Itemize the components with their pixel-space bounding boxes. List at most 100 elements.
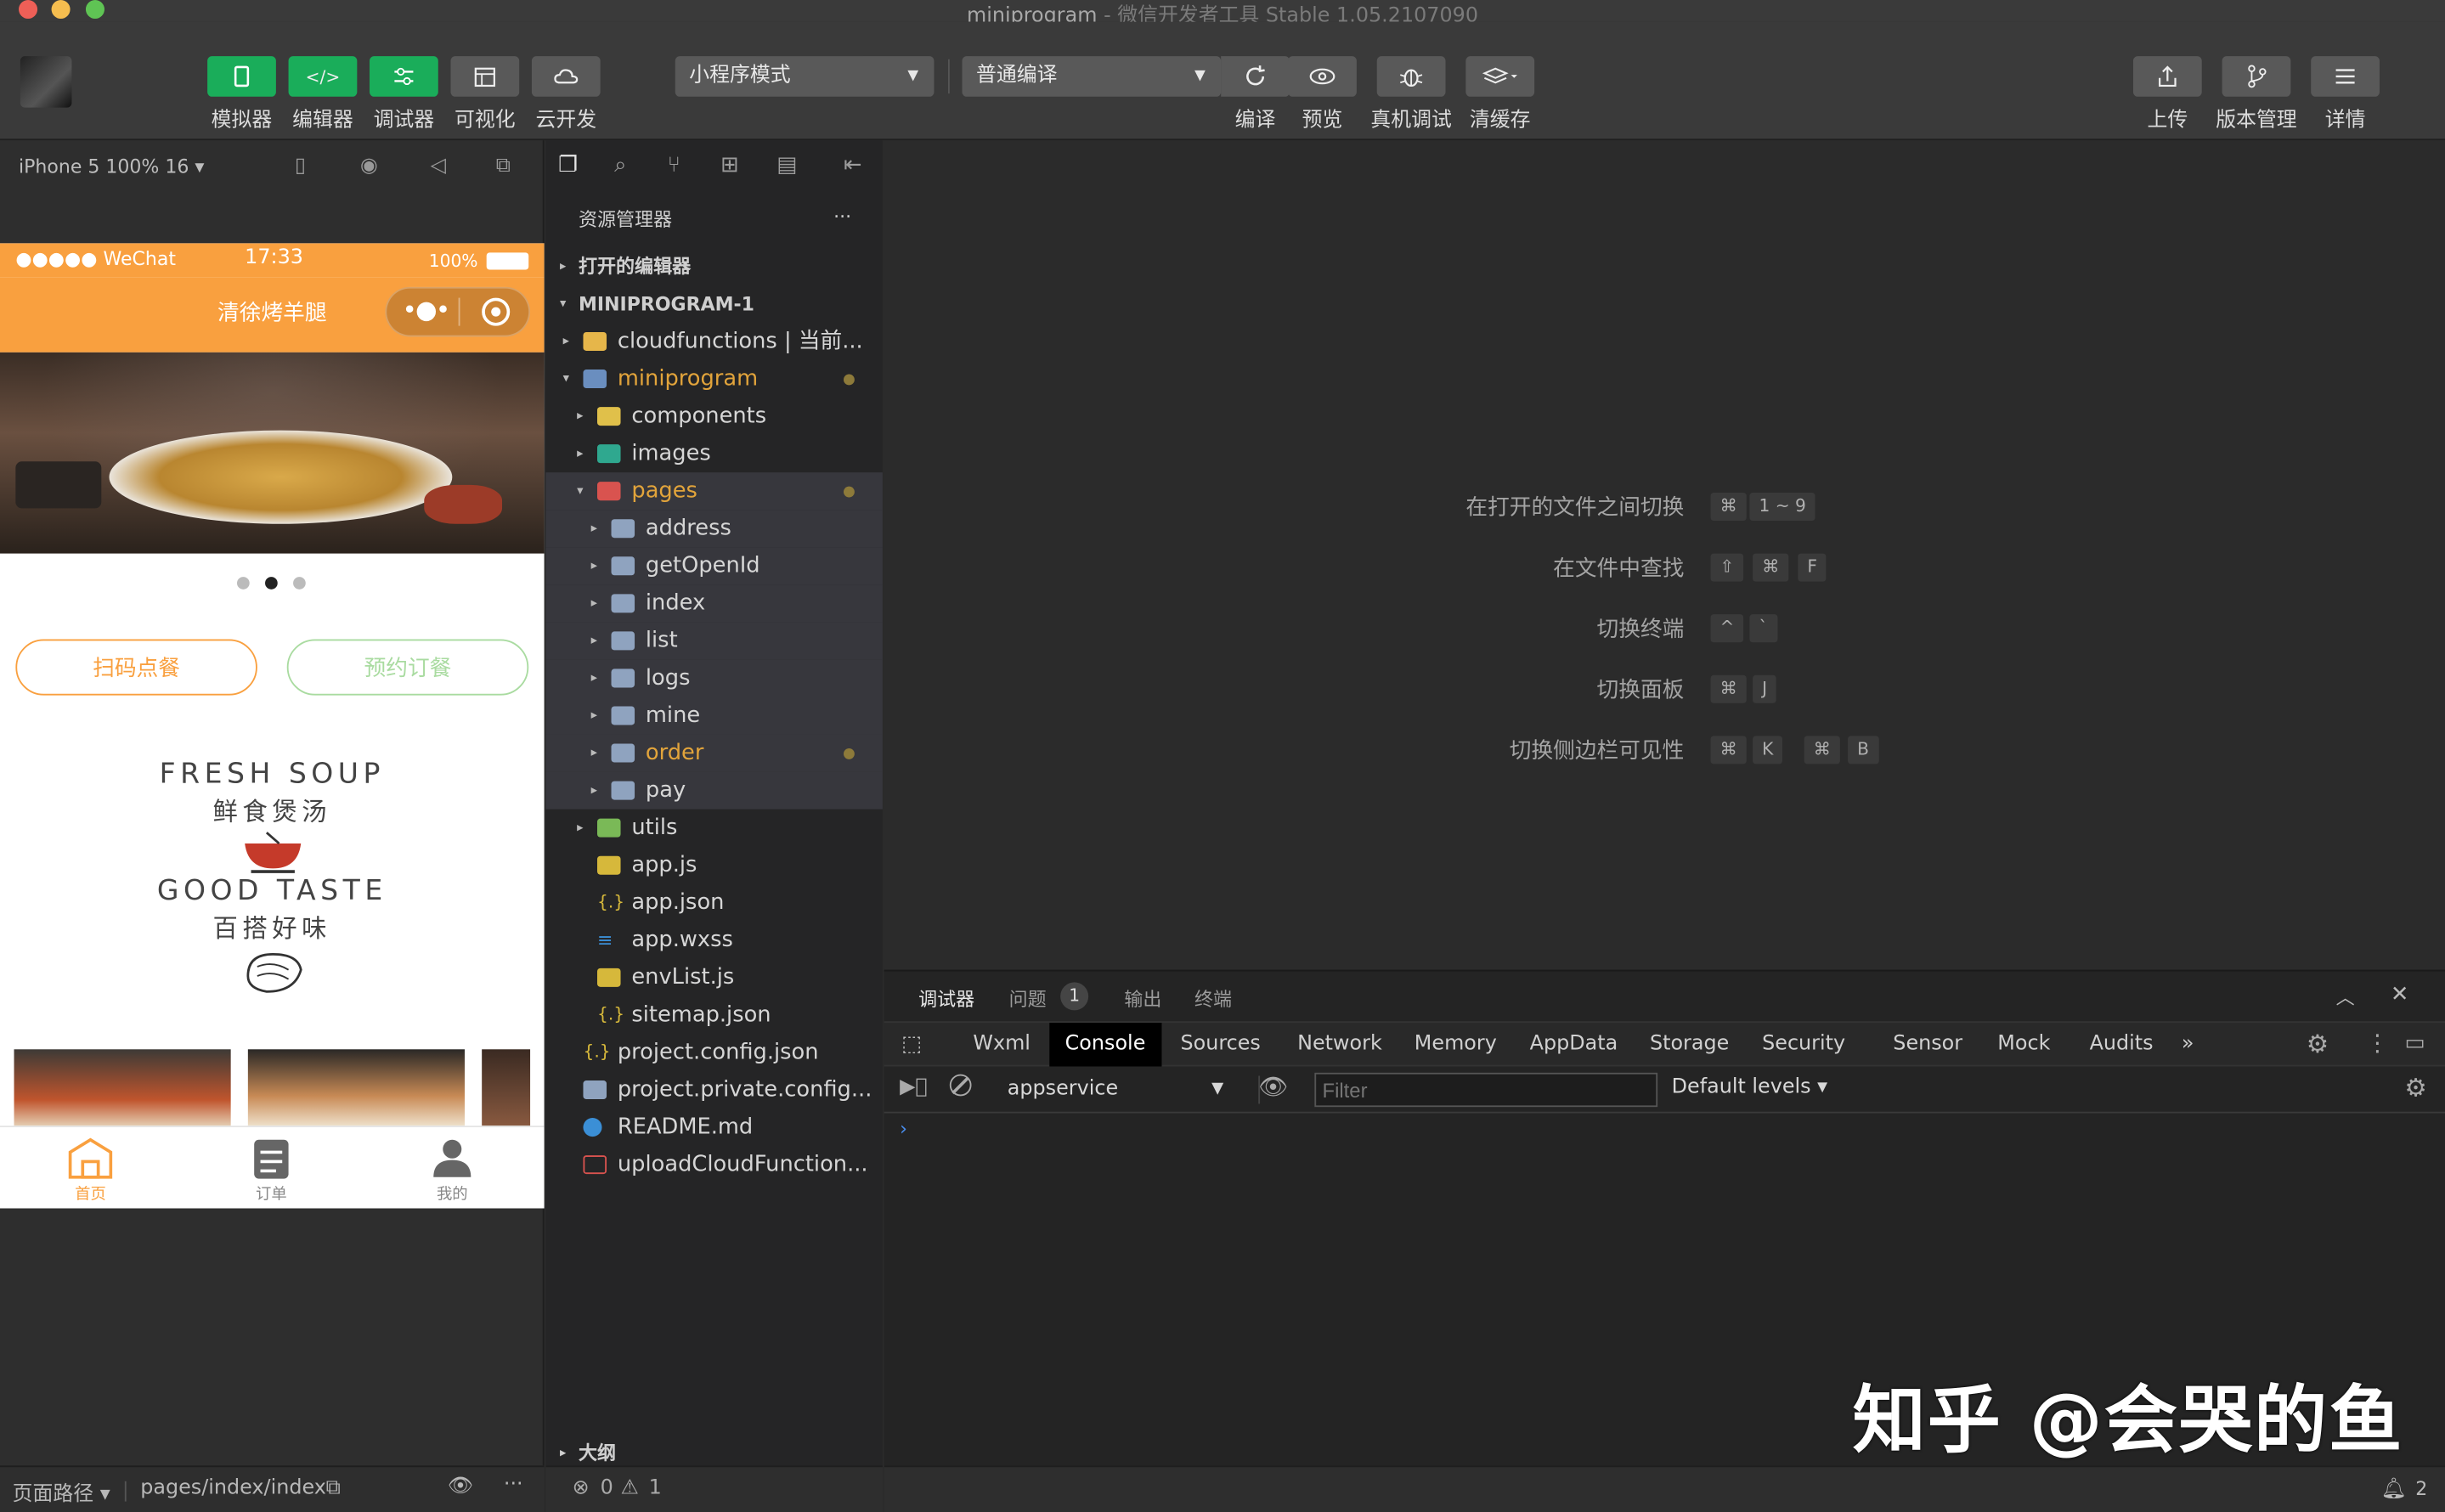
chevron-right-icon[interactable]: ▸	[591, 735, 597, 772]
tree-item[interactable]: ▸ address	[545, 510, 883, 548]
chevron-down-icon[interactable]: ▾	[577, 472, 583, 510]
extensions-icon[interactable]: ⊞	[720, 153, 739, 178]
tree-item[interactable]: ▸ mine	[545, 697, 883, 735]
preview-button[interactable]	[1288, 56, 1357, 97]
search-icon[interactable]: ⌕	[614, 153, 626, 178]
tab-wxml[interactable]: Wxml	[957, 1023, 1046, 1066]
tree-item[interactable]: envList.js	[545, 959, 882, 996]
tab-appdata[interactable]: AppData	[1514, 1023, 1633, 1066]
explorer-more-icon[interactable]: ···	[833, 189, 851, 245]
inspect-element-icon[interactable]: ⬚	[901, 1032, 922, 1057]
tree-item[interactable]: ▸ components	[545, 398, 882, 435]
gear-icon[interactable]: ⚙	[2307, 1029, 2329, 1058]
tree-item[interactable]: ▸ pay	[545, 771, 883, 810]
tree-item[interactable]: {.} project.config.json	[545, 1034, 882, 1071]
carousel-dot[interactable]	[293, 577, 306, 590]
clear-console-icon[interactable]	[949, 1074, 972, 1097]
tree-item[interactable]: ▸ utils	[545, 810, 882, 847]
carousel-dot-active[interactable]	[265, 577, 278, 590]
more-icon[interactable]: ···	[504, 1474, 523, 1498]
tree-item[interactable]: ▸ getOpenId	[545, 547, 883, 585]
phone-icon[interactable]: ▯	[295, 155, 319, 178]
maximize-panel-icon[interactable]: ︿	[2336, 984, 2355, 1010]
tree-item[interactable]: README.md	[545, 1109, 882, 1146]
capsule-menu[interactable]: •●•	[385, 286, 531, 337]
page-path-select[interactable]: 页面路径 ▾	[13, 1476, 110, 1507]
tree-item[interactable]: app.js	[545, 847, 882, 884]
tab-sources[interactable]: Sources	[1165, 1023, 1276, 1066]
banner-image[interactable]	[0, 352, 545, 554]
close-panel-icon[interactable]: ✕	[2391, 982, 2409, 1007]
tab-audits[interactable]: Audits	[2074, 1023, 2169, 1066]
bell-icon[interactable]: 🔔︎	[2381, 1478, 2407, 1502]
real-device-debug-button[interactable]	[1376, 56, 1446, 97]
clear-cache-button[interactable]	[1465, 56, 1535, 97]
console-prompt[interactable]: ›	[900, 1118, 907, 1140]
food-thumb[interactable]	[247, 1049, 465, 1128]
open-editors-section[interactable]: ▸ 打开的编辑器	[545, 248, 882, 285]
cloud-dev-button[interactable]	[531, 56, 601, 97]
copy-icon[interactable]: ⧉	[326, 1476, 341, 1500]
sidebar-toggle-icon[interactable]: ▶⃞	[900, 1075, 928, 1099]
tree-item[interactable]: ▾ miniprogram	[545, 360, 882, 398]
tab-storage[interactable]: Storage	[1635, 1023, 1745, 1066]
debugger-toggle-button[interactable]	[370, 56, 438, 97]
more-tabs-icon[interactable]: »	[2166, 1023, 2210, 1066]
tab-console[interactable]: Console	[1049, 1023, 1161, 1067]
tab-network[interactable]: Network	[1282, 1023, 1398, 1066]
tab-problems[interactable]: 问题	[1009, 985, 1047, 1012]
tree-item[interactable]: {.} sitemap.json	[545, 996, 882, 1034]
tree-item[interactable]: ▾ pages	[545, 472, 883, 511]
problems-status[interactable]: ⊗ 0 ⚠ 1	[545, 1465, 883, 1512]
detach-window-icon[interactable]: ⧉	[496, 155, 521, 178]
tree-item[interactable]: ▸ logs	[545, 659, 883, 697]
mode-select[interactable]: 小程序模式 ▼	[675, 56, 935, 97]
tab-sensor[interactable]: Sensor	[1878, 1023, 1979, 1066]
context-select[interactable]: appservice ▼	[1008, 1075, 1241, 1106]
close-miniprogram-icon[interactable]	[482, 297, 511, 326]
tab-debugger[interactable]: 调试器	[918, 985, 974, 1012]
tree-item[interactable]: ▸ images	[545, 435, 882, 472]
kebab-menu-icon[interactable]: ⋮	[2365, 1029, 2389, 1057]
tab-terminal[interactable]: 终端	[1194, 985, 1232, 1012]
tab-mock[interactable]: Mock	[1982, 1023, 2066, 1066]
debug-panel-icon[interactable]: ▤	[776, 153, 797, 178]
details-button[interactable]	[2311, 56, 2380, 97]
chevron-right-icon[interactable]: ▸	[591, 547, 597, 584]
carousel-dot[interactable]	[236, 577, 250, 590]
food-thumb[interactable]	[482, 1049, 531, 1128]
more-dots-icon[interactable]: •●•	[403, 295, 451, 324]
visual-toggle-button[interactable]	[450, 56, 520, 97]
live-expression-eye-icon[interactable]: 👁	[1258, 1073, 1288, 1101]
chevron-down-icon[interactable]: ▾	[563, 360, 569, 398]
tab-mine[interactable]: 我的	[405, 1133, 499, 1204]
device-select[interactable]: iPhone 5 100% 16 ▾	[19, 155, 204, 178]
editor-toggle-button[interactable]: </>	[288, 56, 358, 97]
collapse-sidebar-icon[interactable]: ⇤	[844, 153, 862, 178]
chevron-right-icon[interactable]: ▸	[577, 398, 583, 435]
promo-card[interactable]: FRESH SOUP 鲜食煲汤 GOOD TASTE 百搭好味	[14, 745, 531, 1014]
scan-order-button[interactable]: 扫码点餐	[15, 639, 257, 696]
tree-item[interactable]: {.} app.json	[545, 884, 882, 922]
chevron-right-icon[interactable]: ▸	[591, 584, 597, 622]
tree-item[interactable]: ▸ index	[545, 584, 883, 623]
chevron-right-icon[interactable]: ▸	[591, 659, 597, 697]
outline-section[interactable]: ▸ 大纲	[545, 1437, 882, 1469]
dock-side-icon[interactable]: ▭	[2404, 1030, 2425, 1055]
project-section[interactable]: ▾ MINIPROGRAM-1	[545, 285, 882, 323]
simulator-toggle-button[interactable]	[207, 56, 276, 97]
tab-home[interactable]: 首页	[43, 1133, 137, 1204]
tab-orders[interactable]: 订单	[224, 1133, 318, 1204]
chevron-right-icon[interactable]: ▸	[577, 435, 583, 472]
tree-item[interactable]: ≡ app.wxss	[545, 922, 882, 959]
tree-item[interactable]: uploadCloudFunction...	[545, 1146, 882, 1183]
chevron-right-icon[interactable]: ▸	[577, 810, 583, 847]
chevron-right-icon[interactable]: ▸	[591, 622, 597, 659]
source-control-icon[interactable]: ⑂	[668, 153, 680, 178]
version-manager-button[interactable]	[2222, 56, 2291, 97]
user-avatar[interactable]	[20, 56, 72, 108]
tab-security[interactable]: Security	[1747, 1023, 1861, 1066]
chevron-right-icon[interactable]: ▸	[591, 510, 597, 547]
record-icon[interactable]: ◉	[360, 155, 385, 178]
volume-icon[interactable]: ◁	[431, 155, 455, 178]
